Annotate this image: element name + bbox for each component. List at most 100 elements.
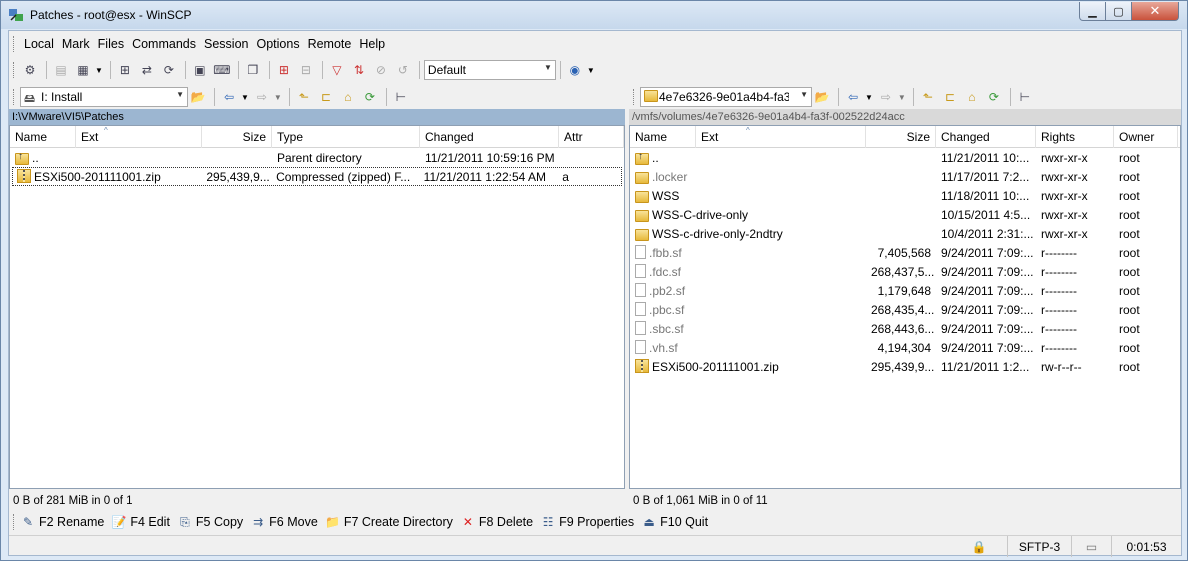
remote-file-list[interactable]: ^ Name Ext Size Changed Rights Owner .. 1… [629, 125, 1181, 489]
home-directory-icon[interactable]: ⌂ [962, 87, 982, 107]
filter-icon[interactable]: ▽ [327, 60, 347, 80]
toolbar-grip[interactable] [633, 89, 636, 105]
menu-files[interactable]: Files [94, 37, 128, 51]
close-button[interactable]: ✕ [1131, 2, 1179, 21]
menu-remote[interactable]: Remote [304, 37, 356, 51]
menu-commands[interactable]: Commands [128, 37, 200, 51]
chevron-down-icon[interactable]: ▼ [274, 93, 282, 102]
table-row[interactable]: WSS-c-drive-only-2ndtry 10/4/2011 2:31:..… [630, 224, 1180, 243]
restore-selection-icon[interactable]: ↺ [393, 60, 413, 80]
column-header-type[interactable]: Type [272, 126, 420, 148]
synchronize-browsing-icon[interactable]: ⊞ [115, 60, 135, 80]
chevron-down-icon[interactable]: ▼ [800, 90, 808, 99]
menu-help[interactable]: Help [355, 37, 389, 51]
root-directory-icon[interactable]: ⊏ [940, 87, 960, 107]
copy-directory-icon[interactable]: ❐ [243, 60, 263, 80]
putty-icon[interactable]: ⌨ [212, 60, 232, 80]
fkey-button-f6[interactable]: ⇉ F6 Move [250, 515, 318, 529]
chevron-down-icon[interactable]: ▼ [241, 93, 249, 102]
column-header-changed[interactable]: Changed [420, 126, 559, 148]
cell-size: 268,443,6... [871, 321, 935, 336]
clear-selection-icon[interactable]: ⊘ [371, 60, 391, 80]
chevron-down-icon[interactable]: ▼ [898, 93, 906, 102]
toolbar-grip[interactable] [13, 89, 16, 105]
local-path-bar[interactable]: I:\VMware\VI5\Patches [9, 109, 625, 125]
table-row[interactable]: .pbc.sf 268,435,4... 9/24/2011 7:09:... r--… [630, 300, 1180, 319]
tree-view-icon[interactable]: ⊢ [1015, 87, 1035, 107]
column-header-attr[interactable]: Attr [559, 126, 624, 148]
table-row[interactable]: .pb2.sf 1,179,648 9/24/2011 7:09:... r-----… [630, 281, 1180, 300]
remote-path-bar[interactable]: /vmfs/volumes/4e7e6326-9e01a4b4-fa3f-002… [629, 109, 1181, 125]
menu-session[interactable]: Session [200, 37, 252, 51]
menu-options[interactable]: Options [252, 37, 303, 51]
queue-options-icon[interactable]: ▦ [73, 60, 93, 80]
table-row[interactable]: .sbc.sf 268,443,6... 9/24/2011 7:09:... r--… [630, 319, 1180, 338]
fkey-button-f9[interactable]: ☷ F9 Properties [540, 515, 634, 529]
console-icon[interactable]: ▣ [190, 60, 210, 80]
menu-local[interactable]: Local [20, 37, 58, 51]
fkey-button-f5[interactable]: ⎘ F5 Copy [177, 515, 243, 530]
column-header-size[interactable]: Size [202, 126, 272, 148]
chevron-down-icon[interactable]: ▼ [176, 90, 184, 99]
minimize-button[interactable]: ▁ [1079, 2, 1106, 21]
column-header-changed[interactable]: Changed [936, 126, 1036, 148]
table-row[interactable]: .fbb.sf 7,405,568 9/24/2011 7:09:... r-----… [630, 243, 1180, 262]
refresh-icon[interactable]: ⟳ [984, 87, 1004, 107]
table-row[interactable]: .vh.sf 4,194,304 9/24/2011 7:09:... r------… [630, 338, 1180, 357]
home-directory-icon[interactable]: ⌂ [338, 87, 358, 107]
fkey-button-f8[interactable]: ✕ F8 Delete [460, 515, 533, 529]
fkey-button-f10[interactable]: ⏏ F10 Quit [641, 515, 708, 529]
open-directory-icon[interactable]: 📂 [188, 87, 208, 107]
globe-icon[interactable]: ◉ [565, 60, 585, 80]
root-directory-icon[interactable]: ⊏ [316, 87, 336, 107]
invert-selection-icon[interactable]: ⇅ [349, 60, 369, 80]
column-header-ext[interactable]: Ext [76, 126, 202, 148]
fkey-button-f7[interactable]: 📁 F7 Create Directory [325, 515, 453, 529]
column-header-rights[interactable]: Rights [1036, 126, 1114, 148]
title-bar[interactable]: Patches - root@esx - WinSCP ▁ ▢ ✕ [1, 1, 1187, 29]
toolbar-grip[interactable] [13, 62, 16, 78]
column-header-size[interactable]: Size [866, 126, 936, 148]
table-row[interactable]: .. Parent directory 11/21/2011 10:59:16 PM [10, 148, 624, 167]
table-row[interactable]: WSS 11/18/2011 10:... rwxr-xr-x root [630, 186, 1180, 205]
fkey-button-f4[interactable]: 📝 F4 Edit [111, 515, 170, 529]
table-row[interactable]: ESXi500-201111001.zip 295,439,9... 11/21/2… [630, 357, 1180, 376]
back-icon[interactable]: ⇦ [843, 87, 863, 107]
preferences-gear-icon[interactable]: ⚙ [20, 60, 40, 80]
table-row[interactable]: ESXi500-201111001.zip 295,439,9... Compres… [12, 167, 622, 186]
column-header-ext[interactable]: Ext [696, 126, 866, 148]
chevron-down-icon[interactable]: ▼ [95, 66, 103, 75]
open-directory-icon[interactable]: 📂 [812, 87, 832, 107]
table-row[interactable]: .fdc.sf 268,437,5... 9/24/2011 7:09:... r--… [630, 262, 1180, 281]
forward-icon[interactable]: ⇨ [876, 87, 896, 107]
queue-icon[interactable]: ▤ [51, 60, 71, 80]
maximize-button[interactable]: ▢ [1105, 2, 1132, 21]
parent-directory-icon[interactable]: ⬑ [294, 87, 314, 107]
tree-view-icon[interactable]: ⊢ [391, 87, 411, 107]
transfer-settings-select[interactable]: Default ▼ [423, 60, 556, 80]
back-icon[interactable]: ⇦ [219, 87, 239, 107]
parent-directory-icon[interactable]: ⬑ [918, 87, 938, 107]
refresh-icon[interactable]: ⟳ [360, 87, 380, 107]
chevron-down-icon[interactable]: ▼ [865, 93, 873, 102]
column-header-name[interactable]: Name [10, 126, 76, 148]
synchronize-icon[interactable]: ⟳ [159, 60, 179, 80]
select-files-icon[interactable]: ⊞ [274, 60, 294, 80]
forward-icon[interactable]: ⇨ [252, 87, 272, 107]
fkey-button-f2[interactable]: ✎ F2 Rename [20, 515, 104, 529]
table-row[interactable]: .locker 11/17/2011 7:2... rwxr-xr-x root [630, 167, 1180, 186]
table-row[interactable]: .. 11/21/2011 10:... rwxr-xr-x root [630, 148, 1180, 167]
local-drive-select[interactable]: 🖴 I: Install ▼ [20, 87, 188, 107]
column-header-name[interactable]: Name [630, 126, 696, 148]
toolbar-grip[interactable] [13, 514, 16, 530]
chevron-down-icon[interactable]: ▼ [587, 66, 595, 75]
chevron-down-icon[interactable]: ▼ [544, 63, 552, 72]
local-file-list[interactable]: ^ Name Ext Size Type Changed Attr .. Pare… [9, 125, 625, 489]
unselect-files-icon[interactable]: ⊟ [296, 60, 316, 80]
menu-mark[interactable]: Mark [58, 37, 94, 51]
remote-directory-select[interactable]: 4e7e6326-9e01a4b4-fa3f-0 ▼ [640, 87, 812, 107]
column-header-owner[interactable]: Owner [1114, 126, 1178, 148]
table-row[interactable]: WSS-C-drive-only 10/15/2011 4:5... rwxr-xr… [630, 205, 1180, 224]
toolbar-grip[interactable] [13, 36, 16, 52]
compare-directories-icon[interactable]: ⇄ [137, 60, 157, 80]
